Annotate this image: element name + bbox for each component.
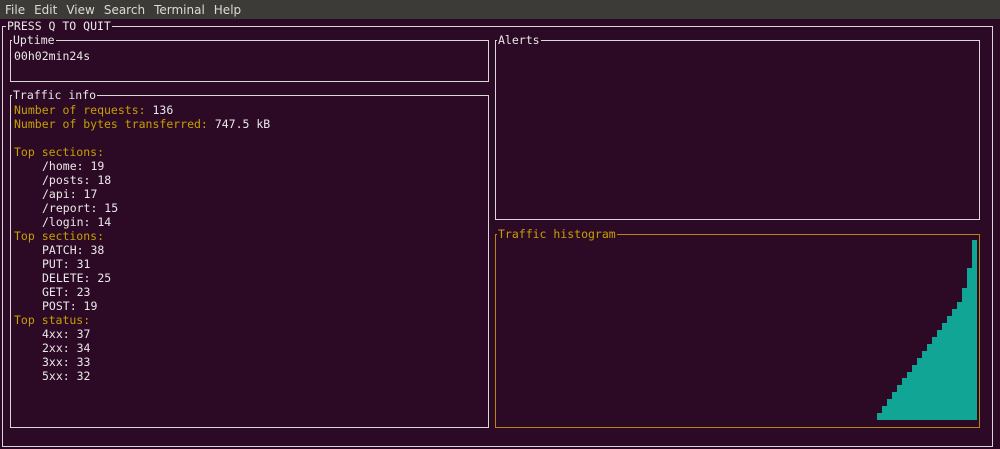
method-item: PUT: 31 bbox=[42, 257, 91, 271]
method-item: GET: 23 bbox=[42, 285, 91, 299]
section-item: /home: 19 bbox=[42, 159, 105, 173]
status-item: 2xx: 34 bbox=[42, 341, 91, 355]
method-item: PATCH: 38 bbox=[42, 243, 105, 257]
status-title: Top status: bbox=[14, 313, 91, 327]
section-item: /posts: 18 bbox=[42, 173, 112, 187]
histogram-chart bbox=[496, 235, 979, 427]
bytes-label: Number of bytes transferred: bbox=[14, 117, 208, 131]
requests-label: Number of requests: bbox=[14, 103, 146, 117]
terminal-area[interactable]: PRESS Q TO QUIT Uptime 00h02min24s Traff… bbox=[0, 19, 1000, 449]
uptime-panel: Uptime 00h02min24s bbox=[10, 33, 489, 82]
requests-row: Number of requests: 136 bbox=[14, 103, 173, 117]
menu-view[interactable]: View bbox=[66, 3, 94, 17]
status-item: 4xx: 37 bbox=[42, 327, 91, 341]
alerts-panel: Alerts bbox=[495, 33, 980, 220]
method-item: POST: 19 bbox=[42, 299, 98, 313]
section-item: /api: 17 bbox=[42, 187, 98, 201]
menu-bar: File Edit View Search Terminal Help bbox=[0, 0, 1000, 19]
method-item: DELETE: 25 bbox=[42, 271, 112, 285]
status-item: 5xx: 32 bbox=[42, 369, 91, 383]
histogram-bar bbox=[972, 240, 977, 420]
sections-title: Top sections: bbox=[14, 145, 105, 159]
bytes-row: Number of bytes transferred: 747.5 kB bbox=[14, 117, 270, 131]
menu-help[interactable]: Help bbox=[214, 3, 241, 17]
alerts-title: Alerts bbox=[497, 33, 541, 47]
menu-search[interactable]: Search bbox=[104, 3, 145, 17]
quit-hint: PRESS Q TO QUIT bbox=[6, 19, 112, 33]
menu-file[interactable]: File bbox=[5, 3, 25, 17]
requests-value: 136 bbox=[152, 103, 174, 117]
menu-terminal[interactable]: Terminal bbox=[154, 3, 205, 17]
traffic-info-title: Traffic info bbox=[12, 88, 98, 102]
section-item: /login: 14 bbox=[42, 215, 112, 229]
methods-title: Top sections: bbox=[14, 229, 105, 243]
traffic-info-panel: Traffic info Number of requests: 136 Num… bbox=[10, 88, 489, 428]
menu-edit[interactable]: Edit bbox=[34, 3, 57, 17]
section-item: /report: 15 bbox=[42, 201, 119, 215]
uptime-title: Uptime bbox=[12, 33, 56, 47]
status-item: 3xx: 33 bbox=[42, 355, 91, 369]
bytes-value: 747.5 kB bbox=[214, 117, 271, 131]
uptime-value: 00h02min24s bbox=[14, 49, 91, 63]
traffic-histogram-panel: Traffic histogram bbox=[495, 227, 980, 428]
